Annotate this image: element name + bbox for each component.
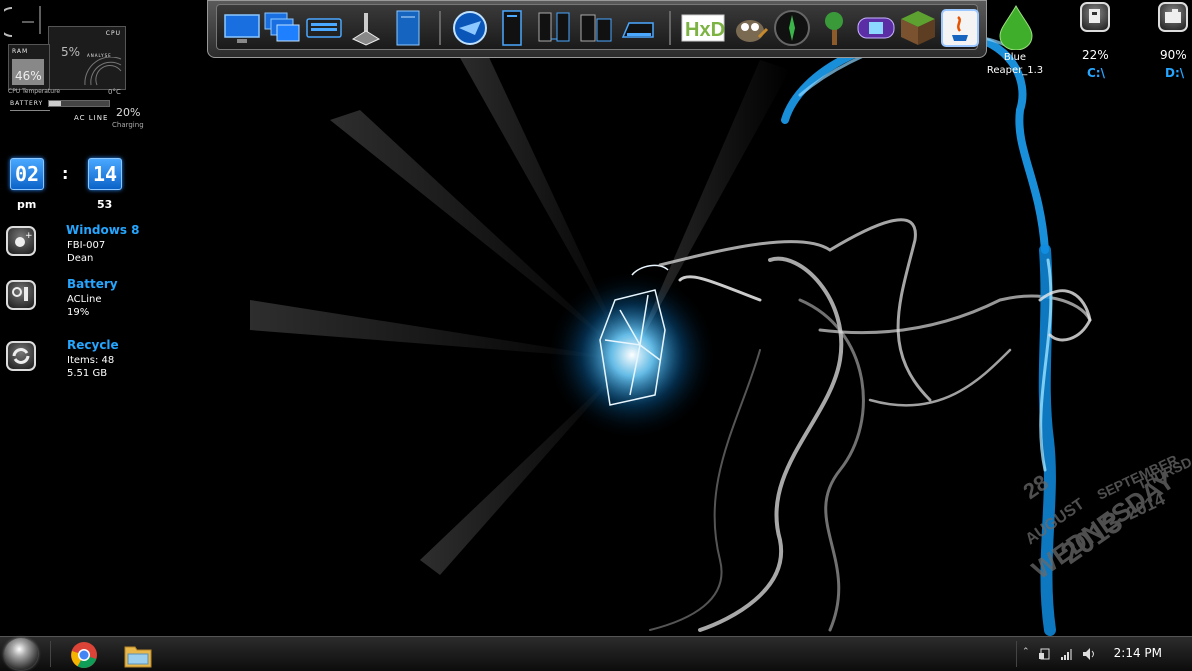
- ac-line-label: AC LINE: [74, 114, 109, 122]
- dock-tray: HxD: [216, 4, 979, 50]
- signal-icon[interactable]: [1060, 647, 1074, 661]
- tray-separator: [1016, 641, 1017, 667]
- battery-label: BATTERY: [10, 100, 44, 107]
- user-add-icon: +: [6, 226, 36, 256]
- cpu-panel: CPU 5% ANALYSE: [48, 26, 126, 90]
- show-hidden-icons-icon[interactable]: ⌃: [1022, 646, 1030, 657]
- battery-icon: [6, 280, 36, 310]
- gimp-icon[interactable]: [731, 9, 769, 47]
- dock-separator: [669, 11, 671, 45]
- blue-reaper-shortcut[interactable]: Blue Reaper_1.3: [987, 4, 1043, 80]
- drive-d-icon: [1158, 2, 1188, 32]
- battery-widget-title: Battery: [67, 277, 118, 291]
- chrome-taskbar-button[interactable]: [57, 638, 111, 670]
- ram-percent: 46%: [15, 69, 42, 83]
- recycle-widget-line1: Items: 48: [67, 355, 115, 366]
- volume-icon[interactable]: [1082, 647, 1096, 661]
- computer-tower-icon[interactable]: [493, 9, 531, 47]
- drive-d-gadget[interactable]: 90% D:\: [1154, 0, 1192, 84]
- terraria-tree-icon[interactable]: [815, 9, 853, 47]
- user-info-widget[interactable]: + Windows 8 FBI-007 Dean: [6, 222, 146, 268]
- multi-window-icon[interactable]: [263, 9, 301, 47]
- cpu-temp-label: CPU Temperature: [8, 88, 61, 95]
- ram-label: RAM: [12, 48, 29, 55]
- taskbar: ⌃ 2:14 PM: [0, 636, 1192, 671]
- gameboy-advance-icon[interactable]: [857, 9, 895, 47]
- shortcut-label-line1: Blue: [1003, 52, 1027, 63]
- monitor-icon[interactable]: [223, 9, 261, 47]
- clock-minutes: 14: [88, 158, 122, 190]
- meter-arc-icon: [4, 6, 41, 37]
- chrome-icon: [71, 642, 97, 669]
- clock-seconds: 53: [97, 198, 113, 211]
- charging-label: Charging: [112, 121, 144, 129]
- devices-icon[interactable]: [577, 9, 615, 47]
- taskbar-separator: [50, 641, 51, 667]
- svg-text:+: +: [25, 231, 33, 241]
- hxd-hex-editor-icon[interactable]: HxD: [681, 9, 725, 47]
- tray-clock[interactable]: 2:14 PM: [1114, 646, 1162, 660]
- ram-panel: RAM 46%: [8, 44, 50, 90]
- clock-separator: :: [62, 164, 69, 183]
- system-meter-gadget[interactable]: CPU 5% ANALYSE RAM 46% CPU Temperature 0…: [4, 4, 144, 130]
- minecraft-block-icon[interactable]: [899, 9, 937, 47]
- keyboard-icon[interactable]: [305, 9, 343, 47]
- battery-info-widget[interactable]: Battery ACLine 19%: [6, 276, 146, 322]
- battery-percent: 20%: [116, 106, 141, 119]
- water-drop-icon: [999, 4, 1033, 50]
- drive-c-gadget[interactable]: 22% C:\: [1076, 0, 1116, 84]
- clock-ampm: pm: [17, 198, 37, 211]
- file-explorer-taskbar-button[interactable]: [111, 638, 165, 670]
- cpu-label: CPU: [105, 30, 121, 37]
- user-widget-line2: Dean: [67, 253, 94, 264]
- hxd-label: HxD: [685, 19, 725, 41]
- cpu-graph-icon: [84, 57, 122, 86]
- scanner-icon[interactable]: [619, 9, 657, 47]
- java-icon[interactable]: [941, 9, 979, 47]
- light-rays: [250, 38, 790, 575]
- battery-widget-line2: 19%: [67, 307, 90, 318]
- clock-hours: 02: [10, 158, 44, 190]
- battery-meter-bar: [48, 100, 110, 107]
- user-widget-title: Windows 8: [66, 223, 140, 237]
- drive-c-percent: 22%: [1082, 48, 1109, 62]
- browser-globe-icon[interactable]: [451, 9, 489, 47]
- dock: HxD: [207, 0, 987, 58]
- wallpaper: WEDNESDAY AUGUST 2013 28 SEPTEMBER THURS…: [250, 30, 1192, 636]
- user-widget-line1: FBI-007: [67, 240, 106, 251]
- battery-widget-line1: ACLine: [67, 294, 102, 305]
- drive-c-icon: [1080, 2, 1110, 32]
- network-computers-icon[interactable]: [535, 9, 573, 47]
- shortcut-label-line2: Reaper_1.3: [986, 65, 1044, 76]
- compass-icon[interactable]: [773, 9, 811, 47]
- file-explorer-icon: [124, 646, 152, 668]
- dock-separator: [439, 11, 441, 45]
- battery-divider: [10, 110, 50, 111]
- recycle-widget-line2: 5.51 GB: [67, 368, 108, 379]
- clock-gadget[interactable]: 02 : 14 pm 53: [8, 158, 128, 214]
- recycle-widget-title: Recycle: [67, 338, 119, 352]
- start-orb-icon[interactable]: [4, 638, 38, 670]
- notebook-icon[interactable]: [389, 9, 427, 47]
- smoke-reaper: [649, 218, 1092, 632]
- recycle-icon: [6, 341, 36, 371]
- drive-d-name: D:\: [1165, 66, 1185, 80]
- joystick-icon[interactable]: [347, 9, 385, 47]
- drive-c-name: C:\: [1087, 66, 1105, 80]
- drive-d-percent: 90%: [1160, 48, 1187, 62]
- network-icon[interactable]: [1038, 647, 1052, 661]
- cpu-percent: 5%: [61, 45, 81, 59]
- recycle-info-widget[interactable]: Recycle Items: 48 5.51 GB: [6, 337, 146, 383]
- cpu-temp-value: 0°C: [108, 88, 121, 96]
